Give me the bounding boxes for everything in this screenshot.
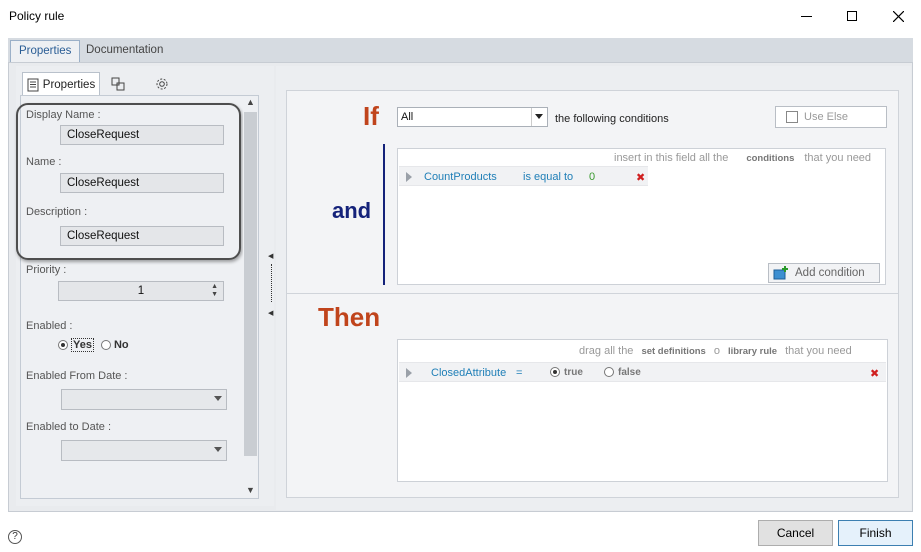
actions-hint-post: that you need [785,345,852,357]
minimize-icon [800,15,812,17]
actions-hint-bold-1: set definitions [641,346,706,357]
conditions-hint: insert in this field all the conditions … [614,152,871,164]
gear-icon [156,78,168,90]
condition-value[interactable]: 0 [589,171,595,183]
condition-row[interactable]: CountProducts is equal to 0 ✖ [399,166,648,186]
use-else-label: Use Else [804,111,849,123]
stepper-arrows-icon[interactable]: ▲ ▼ [211,283,218,299]
panel-splitter[interactable]: ◀ ◀ [268,250,274,320]
action-false-radio[interactable] [604,367,614,377]
then-divider [287,293,898,294]
delete-action-icon[interactable]: ✖ [870,367,879,380]
priority-stepper[interactable]: 1 ▲ ▼ [58,281,224,301]
mapping-icon [111,77,125,91]
delete-condition-icon[interactable]: ✖ [636,171,645,184]
close-icon [892,10,904,22]
conditions-hint-pre: insert in this field all the [614,152,729,164]
and-keyword: and [332,198,372,223]
enabled-from-label: Enabled From Date : [26,370,128,382]
expand-icon[interactable] [406,368,412,378]
maximize-button[interactable] [829,0,875,32]
collapse-left-icon[interactable]: ◀ [268,252,273,260]
scroll-down-icon[interactable]: ▼ [246,485,255,495]
scroll-up-icon[interactable]: ▲ [246,97,255,107]
actions-hint: drag all the set definitions o library r… [579,345,852,357]
close-button[interactable] [875,0,921,32]
actions-hint-mid: o [713,345,720,357]
condition-field[interactable]: CountProducts [424,171,497,183]
use-else-checkbox[interactable] [786,111,798,123]
minimize-button[interactable] [783,0,829,32]
chevron-down-icon [535,114,543,119]
action-true-label[interactable]: true [564,367,583,378]
highlight-frame [16,103,241,260]
splitter-grip [271,264,272,302]
cancel-button[interactable]: Cancel [758,520,833,546]
maximize-icon [847,11,857,21]
add-condition-icon [773,266,788,280]
action-false-label[interactable]: false [618,367,641,378]
enabled-no-label[interactable]: No [114,339,129,351]
collapse-right-icon[interactable]: ◀ [268,309,273,317]
enabled-no-radio[interactable] [100,340,111,350]
match-mode-select[interactable]: All [397,107,548,127]
action-row[interactable]: ClosedAttribute = true false ✖ [399,362,886,382]
enabled-label: Enabled : [26,320,73,332]
add-condition-label: Add condition [795,267,865,279]
and-connector-line [383,144,385,285]
left-tab-properties-label: Properties [42,78,96,91]
priority-value: 1 [137,285,145,297]
enabled-radio-group: Yes No [58,338,129,352]
add-condition-button[interactable]: Add condition [768,263,880,283]
actions-hint-pre: drag all the [579,345,634,357]
match-mode-dropdown-button[interactable] [531,108,547,126]
conditions-hint-bold: conditions [746,153,795,164]
window-title: Policy rule [9,9,65,23]
action-field[interactable]: ClosedAttribute [431,367,506,379]
enabled-yes-radio[interactable] [58,340,68,350]
left-tab-properties[interactable]: Properties [22,72,100,96]
action-operator[interactable]: = [516,367,522,379]
finish-button-label: Finish [859,526,892,540]
cancel-button-label: Cancel [776,526,815,540]
chevron-down-icon [214,447,222,452]
conditions-hint-post: that you need [804,152,872,164]
finish-button[interactable]: Finish [838,520,913,546]
then-keyword: Then [318,302,381,332]
chevron-down-icon [214,396,222,401]
actions-hint-bold-2: library rule [727,346,778,357]
if-keyword: If [363,101,379,131]
condition-operator[interactable]: is equal to [523,171,573,183]
expand-icon[interactable] [406,172,412,182]
actions-area[interactable] [397,339,888,482]
tab-properties[interactable]: Properties [10,40,81,62]
following-conditions-label: the following conditions [555,113,669,125]
enabled-to-select[interactable] [61,440,227,461]
enabled-yes-label[interactable]: Yes [71,338,94,352]
scroll-thumb[interactable] [244,112,257,456]
use-else-toggle[interactable]: Use Else [775,106,887,128]
enabled-to-label: Enabled to Date : [26,421,112,433]
action-true-radio[interactable] [550,367,560,377]
left-tab-settings[interactable] [150,72,174,96]
left-tab-mapping[interactable] [108,72,128,96]
tab-documentation[interactable]: Documentation [78,40,171,62]
properties-page-icon [27,78,39,91]
help-icon[interactable]: ? [8,530,22,544]
enabled-from-select[interactable] [61,389,227,410]
priority-label: Priority : [26,264,67,276]
